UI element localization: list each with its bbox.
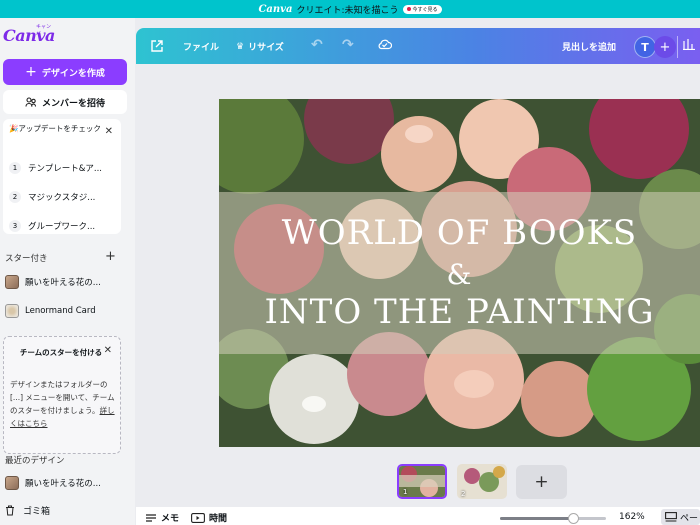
insights-chart-icon[interactable] — [683, 38, 695, 53]
page-number: 2 — [461, 490, 466, 498]
recent-section-title: 最近のデザイン — [5, 456, 65, 466]
timer-button[interactable]: 時間 — [191, 511, 227, 524]
trash-button[interactable]: ゴミ箱 — [5, 504, 50, 517]
invite-members-label: メンバーを招待 — [41, 98, 105, 109]
add-person-button[interactable]: + — [654, 36, 676, 58]
banner-live-badge[interactable]: 今すぐ見る — [402, 4, 442, 14]
notes-icon — [146, 513, 156, 522]
trash-label: ゴミ箱 — [23, 507, 51, 517]
crown-icon: ♛ — [236, 41, 245, 52]
title-line-1[interactable]: WORLD OF BOOKS — [219, 213, 700, 253]
updates-card: 🎉アップデートをチェック ✕ 1 テンプレート&ア... 2 マジックスタジ... … — [3, 119, 121, 234]
add-page-button[interactable]: + — [516, 465, 567, 499]
home-icon[interactable] — [150, 39, 164, 53]
notes-button[interactable]: メモ — [145, 511, 179, 524]
add-heading-button[interactable]: 見出しを追加 — [562, 40, 616, 53]
starred-section-title: スター付き — [5, 254, 48, 264]
zoom-slider[interactable] — [500, 513, 606, 524]
starred-item-label: 願いを叶える花の... — [25, 278, 101, 288]
close-icon[interactable]: ✕ — [104, 345, 112, 356]
starred-item-label: Lenormand Card — [25, 306, 96, 316]
banner-live-label: 今すぐ見る — [412, 6, 438, 13]
create-design-label: デザインを作成 — [41, 68, 105, 79]
team-star-tip-card: チームのスターを付ける ✕ デザインまたはフォルダーの [...] メニューを開… — [3, 336, 121, 454]
timer-label: 時間 — [209, 514, 228, 524]
pages-view-button[interactable]: ペー — [661, 509, 700, 525]
title-line-3[interactable]: INTO THE PAINTING — [219, 292, 700, 332]
page-thumbnail[interactable]: 2 — [457, 464, 507, 499]
create-design-button[interactable]: + デザインを作成 — [3, 59, 127, 85]
update-item[interactable]: 3 グループワーク... — [9, 211, 117, 240]
zoom-slider-fill — [500, 517, 574, 520]
update-item[interactable]: 1 テンプレート&ア... — [9, 153, 117, 182]
page-thumbnail[interactable]: 1 — [397, 464, 447, 499]
people-icon — [25, 97, 37, 107]
page-number: 1 — [403, 488, 408, 496]
step-number: 1 — [9, 161, 21, 174]
user-avatar[interactable]: T — [634, 36, 656, 58]
title-line-2[interactable]: & — [219, 258, 700, 291]
update-item-label: グループワーク... — [28, 221, 96, 232]
resize-button[interactable]: ♛ リサイズ — [236, 40, 284, 54]
invite-members-button[interactable]: メンバーを招待 — [3, 90, 127, 114]
recent-item[interactable]: 願いを叶える花の... — [5, 476, 131, 490]
cloud-saved-icon[interactable] — [377, 38, 392, 50]
update-item-label: テンプレート&ア... — [28, 163, 102, 174]
pages-label: ペー — [680, 513, 699, 524]
pages-icon — [665, 511, 677, 522]
starred-item[interactable]: Lenormand Card — [5, 304, 131, 318]
design-thumbnail — [5, 304, 19, 318]
step-number: 3 — [9, 219, 21, 232]
zoom-level[interactable]: 162% — [619, 512, 645, 522]
redo-icon[interactable]: ↷ — [342, 37, 354, 53]
sidebar: Canva キャンバ + デザインを作成 メンバーを招待 🎉アップデートをチェッ… — [0, 18, 135, 525]
promo-banner[interactable]: Canva クリエイト:未知を描こう 今すぐ見る — [0, 0, 700, 18]
live-dot-icon — [406, 7, 411, 11]
resize-label: リサイズ — [248, 43, 284, 53]
design-thumbnail — [5, 275, 19, 289]
play-icon — [191, 512, 205, 523]
updates-title: 🎉アップデートをチェック — [9, 124, 101, 133]
logo-subtext: キャンバ — [36, 24, 52, 37]
starred-item[interactable]: 願いを叶える花の... — [5, 275, 131, 289]
undo-icon[interactable]: ↶ — [311, 37, 323, 53]
updates-list: 1 テンプレート&ア... 2 マジックスタジ... 3 グループワーク... — [9, 153, 117, 240]
trash-icon — [6, 505, 14, 516]
update-item-label: マジックスタジ... — [28, 192, 96, 203]
recent-item-label: 願いを叶える花の... — [25, 479, 101, 489]
banner-text: クリエイト:未知を描こう — [296, 5, 399, 16]
header-divider — [677, 36, 678, 58]
tip-title: チームのスターを付ける — [19, 348, 103, 357]
add-starred-icon[interactable]: + — [105, 250, 116, 263]
file-menu[interactable]: ファイル — [183, 40, 219, 53]
canva-logo[interactable]: Canva キャンバ — [3, 24, 55, 45]
notes-label: メモ — [161, 514, 180, 524]
plus-icon: + — [25, 64, 37, 80]
update-item[interactable]: 2 マジックスタジ... — [9, 182, 117, 211]
banner-brand: Canva — [258, 3, 293, 15]
design-thumbnail — [5, 476, 19, 490]
close-icon[interactable]: ✕ — [105, 126, 113, 137]
tip-body: デザインまたはフォルダーの [...] メニューを開いて、チームのスターを付けま… — [10, 378, 116, 430]
step-number: 2 — [9, 190, 21, 203]
design-page[interactable]: WORLD OF BOOKS & INTO THE PAINTING — [219, 99, 700, 447]
